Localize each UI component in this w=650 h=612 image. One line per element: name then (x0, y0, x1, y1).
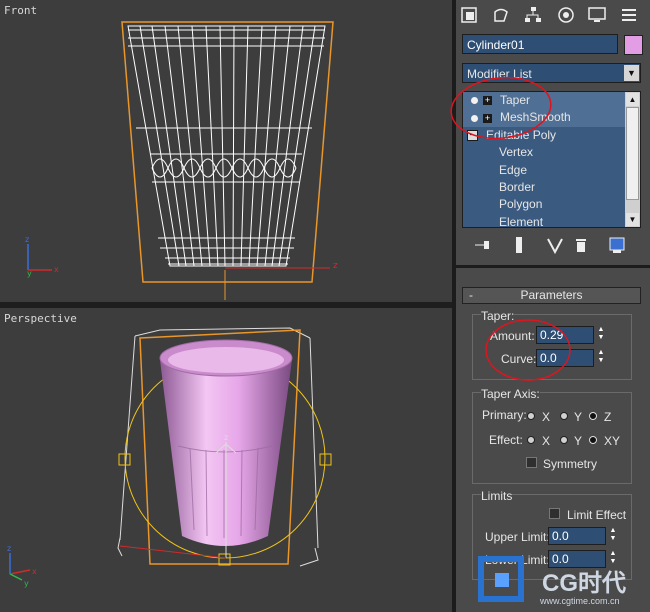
annotation-overlay (450, 76, 571, 381)
annotation-circle-params (485, 319, 571, 381)
watermark-logo (478, 556, 524, 602)
annotation-circle-stack (450, 76, 552, 140)
watermark-brand: CG时代 (542, 570, 626, 597)
watermark-url: www.cgtime.com.cn (540, 596, 620, 606)
